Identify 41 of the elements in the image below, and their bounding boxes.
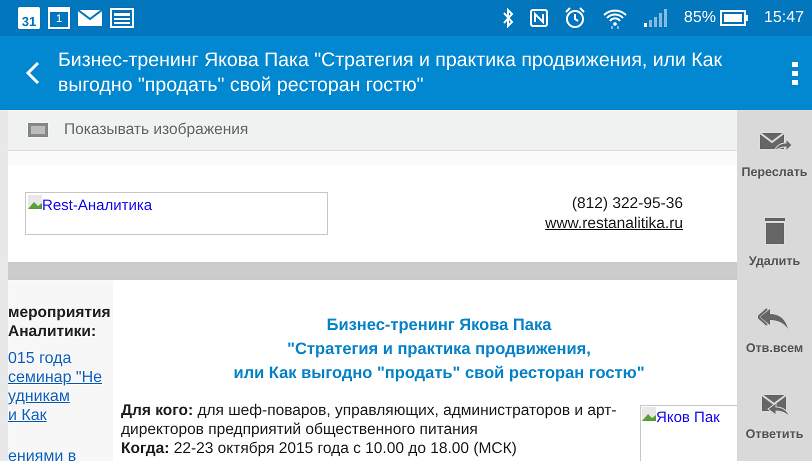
photo-alt-text: Яков Пак (656, 408, 720, 428)
show-images-label: Показывать изображения (64, 120, 248, 140)
sidebar-link[interactable]: ениями в (8, 447, 113, 461)
article-title: или Как выгодно "продать" свой ресторан гостю" (232, 363, 646, 384)
broken-image-icon (642, 407, 656, 421)
nfc-icon (530, 9, 548, 27)
mail-icon (78, 9, 102, 27)
article-title: "Стратегия и практика продвижения, (286, 339, 592, 360)
article-paragraph: Когда: 22-23 октября 2015 года с 10.00 до 18.00 (МСК) (121, 439, 518, 458)
logo-alt-text: Rest-Аналитика (42, 196, 152, 216)
bluetooth-icon (502, 8, 514, 28)
sidebar-link[interactable]: 015 года (8, 349, 113, 368)
sidebar-link[interactable]: удникам (8, 387, 113, 406)
article-paragraph: Для кого: для шеф-поваров, управляющих, администраторов и арт-директоров предприятий общественного питания (121, 401, 618, 439)
clock-time: 15:47 (764, 8, 804, 28)
website-link[interactable]: www.restanalitika.ru (545, 214, 683, 232)
wifi-icon (602, 7, 628, 29)
reply-button[interactable]: Ответить (737, 374, 812, 461)
menu-button[interactable] (792, 61, 798, 85)
calendar-icon: 1 (48, 7, 70, 29)
forward-button[interactable]: Переслать (737, 110, 812, 202)
broken-image-icon (28, 195, 42, 209)
sidebar-link[interactable]: семинар "Не (8, 368, 113, 387)
overflow-menu-icon (792, 61, 798, 85)
sidebar-heading: Аналитики: (8, 322, 98, 341)
sidebar-link[interactable]: и Как (8, 406, 113, 425)
sidebar-heading: мероприятия (8, 303, 112, 322)
image-icon (110, 8, 134, 28)
signal-icon (644, 9, 668, 27)
image-icon (28, 123, 48, 137)
calendar-icon: 31 (18, 7, 40, 29)
battery-icon (720, 10, 748, 26)
back-button[interactable] (26, 61, 40, 85)
phone-number: (812) 322-95-36 (570, 194, 683, 214)
show-images-bar[interactable]: Показывать изображения (8, 110, 737, 151)
back-icon (26, 61, 40, 85)
battery-percent: 85% (684, 8, 716, 28)
delete-button[interactable]: Удалить (737, 201, 812, 288)
article-title: Бизнес-тренинг Якова Пака (326, 315, 552, 336)
alarm-icon (564, 7, 586, 29)
message-subject: Бизнес-тренинг Якова Пака "Стратегия и практика продвижения, или Как выгодно "продать" свой ресторан гостю" (58, 48, 724, 98)
